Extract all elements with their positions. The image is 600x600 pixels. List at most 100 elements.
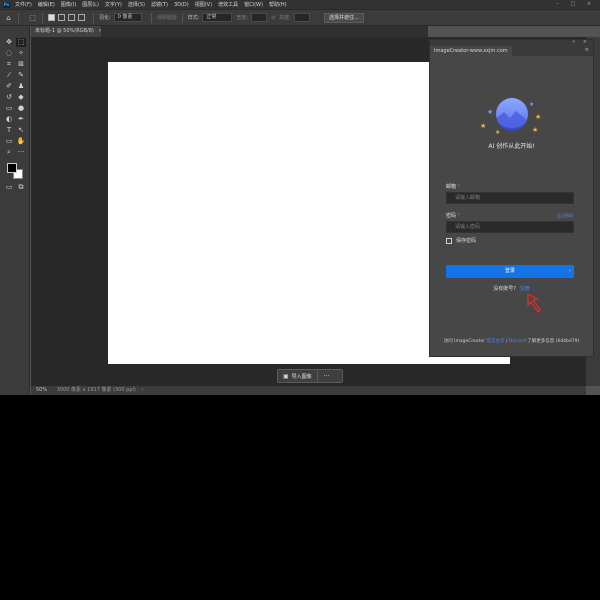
frame-tool-icon[interactable]: ⊠ <box>16 60 26 69</box>
menu-plugins[interactable]: 增效工具 <box>218 1 238 8</box>
email-label-text: 邮箱 <box>446 184 457 190</box>
feather-field[interactable]: 0 像素 <box>113 13 142 22</box>
menu-edit[interactable]: 编辑(E) <box>38 1 55 8</box>
hand-tool-icon[interactable]: ✋ <box>16 137 26 146</box>
crop-tool-icon[interactable]: ⌗ <box>4 60 14 69</box>
menu-3d[interactable]: 3D(D) <box>174 2 189 8</box>
add-selection-icon[interactable] <box>58 14 65 21</box>
remember-password-label: 保存密码 <box>456 238 477 244</box>
rect-marquee-tool-icon[interactable]: ⬚ <box>16 38 26 47</box>
move-tool-icon[interactable]: ✥ <box>4 38 14 47</box>
imagecreator-panel: « × ImageCreator-www.xxjm.com ≡ ★ ★ ★ ★ … <box>429 39 594 357</box>
style-select[interactable]: 正常 <box>202 13 233 22</box>
menu-layer[interactable]: 图层(L) <box>82 1 99 8</box>
subtract-selection-icon[interactable] <box>68 14 75 21</box>
pen-tool-icon[interactable]: ✒ <box>16 115 26 124</box>
intersect-selection-icon[interactable] <box>78 14 85 21</box>
svg-text:★: ★ <box>532 126 538 134</box>
dodge-tool-icon[interactable]: ◐ <box>4 115 14 124</box>
import-image-button[interactable]: ▣ 导入图像 <box>278 370 318 382</box>
swap-icon[interactable]: ⇄ <box>271 15 275 21</box>
photoshop-window: Ps 文件(F) 编辑(E) 图像(I) 图层(L) 文字(Y) 选择(S) 滤… <box>0 0 600 395</box>
contextual-taskbar: ▣ 导入图像 ··· <box>277 369 343 383</box>
divider <box>150 12 152 23</box>
discord-link[interactable]: Discord <box>509 339 526 344</box>
feather-label: 羽化: <box>99 15 111 21</box>
menu-image[interactable]: 图像(I) <box>61 1 76 8</box>
required-mark: * <box>457 213 461 219</box>
lasso-tool-icon[interactable]: ◌ <box>4 49 14 58</box>
width-field[interactable] <box>251 13 268 22</box>
menu-help[interactable]: 帮助(H) <box>269 1 287 8</box>
eraser-tool-icon[interactable]: ◆ <box>16 93 26 102</box>
image-icon: ▣ <box>283 372 289 380</box>
svg-text:★: ★ <box>487 108 493 116</box>
new-selection-icon[interactable] <box>48 14 55 21</box>
brush-tool-icon[interactable]: ✎ <box>16 71 26 80</box>
height-field[interactable] <box>293 13 310 22</box>
forgot-password-link[interactable]: 忘记密码 <box>557 213 573 219</box>
svg-text:★: ★ <box>529 101 534 108</box>
footer-prefix: 访问 ImageCreator <box>443 339 486 344</box>
stamp-tool-icon[interactable]: ♟ <box>16 82 26 91</box>
panel-menu-icon[interactable]: ≡ <box>585 47 589 53</box>
zoom-tool-icon[interactable]: ⌕ <box>4 148 14 157</box>
window-controls[interactable]: – □ × <box>556 1 596 7</box>
antialias-checkbox[interactable]: 消除锯齿 <box>157 14 177 21</box>
login-button[interactable]: 登录 › <box>446 265 574 278</box>
rectangle-tool-icon[interactable]: ▭ <box>4 137 14 146</box>
zoom-level[interactable]: 50% <box>36 387 47 393</box>
style-label: 样式: <box>187 15 200 21</box>
divider <box>93 12 94 23</box>
marquee-tool-preset-icon[interactable]: ⬚ <box>28 13 37 22</box>
checkbox-icon[interactable] <box>446 237 452 244</box>
home-icon[interactable]: ⌂ <box>4 13 13 22</box>
divider <box>18 12 19 23</box>
quick-mask-icon[interactable]: ▭ <box>4 183 14 192</box>
remember-password-checkbox[interactable]: 保存密码 <box>446 237 476 244</box>
footer-separator: / <box>505 339 508 344</box>
foreground-color-swatch[interactable] <box>7 163 17 173</box>
document-tab[interactable]: 未标题-1 @ 50%(RGB/8) × <box>31 26 103 37</box>
menu-filter[interactable]: 滤镜(T) <box>151 1 168 8</box>
blur-tool-icon[interactable]: ● <box>16 104 26 113</box>
email-field[interactable]: 请输入邮箱 <box>446 192 574 204</box>
menu-type[interactable]: 文字(Y) <box>105 1 122 8</box>
magic-wand-tool-icon[interactable]: ✧ <box>16 49 26 58</box>
more-tools-icon[interactable]: ··· <box>16 148 26 157</box>
history-brush-icon[interactable]: ↺ <box>4 93 14 102</box>
options-bar: ⌂ ⬚ 羽化: 0 像素 消除锯齿 样式: 正常 宽度: ⇄ 高度: 选择并遮住… <box>0 9 600 26</box>
width-label: 宽度: <box>236 15 249 21</box>
healing-brush-icon[interactable]: ✐ <box>4 82 14 91</box>
svg-text:★: ★ <box>480 122 486 130</box>
screen-mode-icon[interactable]: ⧉ <box>16 183 26 192</box>
path-select-tool-icon[interactable]: ↖ <box>16 126 26 135</box>
signup-prompt: 没有账号？ <box>493 286 519 292</box>
menu-file[interactable]: 文件(F) <box>15 1 32 8</box>
required-mark: * <box>457 184 461 190</box>
svg-text:★: ★ <box>535 113 541 121</box>
password-field[interactable]: 请输入密码 <box>446 221 574 233</box>
homepage-link[interactable]: 官方主页 <box>487 339 505 344</box>
arrow-right-icon: › <box>569 268 571 274</box>
panel-footer: 访问 ImageCreator 官方主页 / Discord 了解更多信息 (6… <box>430 338 593 344</box>
menu-window[interactable]: 窗口(W) <box>244 1 263 8</box>
select-and-mask-button[interactable]: 选择并遮住... <box>323 12 364 23</box>
document-info: 3000 像素 x 1917 像素 (300 ppi) <box>56 387 136 393</box>
type-tool-icon[interactable]: T <box>4 126 14 135</box>
svg-text:★: ★ <box>495 129 500 136</box>
menu-view[interactable]: 视图(V) <box>195 1 212 8</box>
tab-imagecreator[interactable]: ImageCreator-www.xxjm.com <box>430 46 512 56</box>
eyedropper-tool-icon[interactable]: ⁄ <box>4 71 14 80</box>
app-logo: Ps <box>3 1 10 8</box>
password-label: 密码 * <box>446 212 460 219</box>
gradient-tool-icon[interactable]: ▭ <box>4 104 14 113</box>
menu-select[interactable]: 选择(S) <box>128 1 145 8</box>
red-arrow-annotation-icon <box>527 292 541 314</box>
chevron-right-icon[interactable]: › <box>141 387 143 393</box>
more-options-button[interactable]: ··· <box>318 373 336 380</box>
collapse-icon[interactable]: « × <box>572 39 590 45</box>
tools-panel: ✥ ⬚ ◌ ✧ ⌗ ⊠ ⁄ ✎ ✐ ♟ ↺ ◆ ▭ ● ◐ ✒ T ↖ ▭ ✋ … <box>0 26 30 395</box>
divider <box>42 12 43 23</box>
login-button-label: 登录 <box>504 268 515 274</box>
